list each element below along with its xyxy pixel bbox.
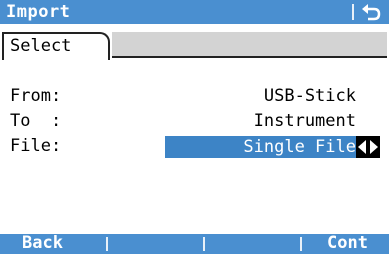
tab-select-label: Select [10,36,72,56]
title-separator [352,4,354,20]
to-value[interactable]: Instrument [254,111,356,131]
tab-bar: Select [0,28,389,60]
softkey-divider [300,237,302,251]
back-softkey[interactable]: Back [22,233,63,253]
back-arrow-icon[interactable] [361,2,383,22]
from-value[interactable]: USB-Stick [264,86,356,106]
softkey-bar: Back Cont [0,233,389,254]
import-screen: Import Select From: USB-Stick To : Instr… [0,0,389,254]
softkey-divider [203,237,205,251]
title-bar: Import [0,0,389,24]
cont-softkey[interactable]: Cont [327,233,368,253]
file-selector[interactable]: Single File [165,136,356,158]
page-title: Import [6,2,71,22]
tab-select[interactable]: Select [2,32,110,60]
tab-bar-filler [112,32,387,58]
to-label: To : [10,111,62,131]
softkey-divider [106,237,108,251]
file-value: Single File [243,137,356,157]
left-right-arrows-icon[interactable] [356,136,380,158]
file-label: File: [10,136,62,156]
from-label: From: [10,86,62,106]
